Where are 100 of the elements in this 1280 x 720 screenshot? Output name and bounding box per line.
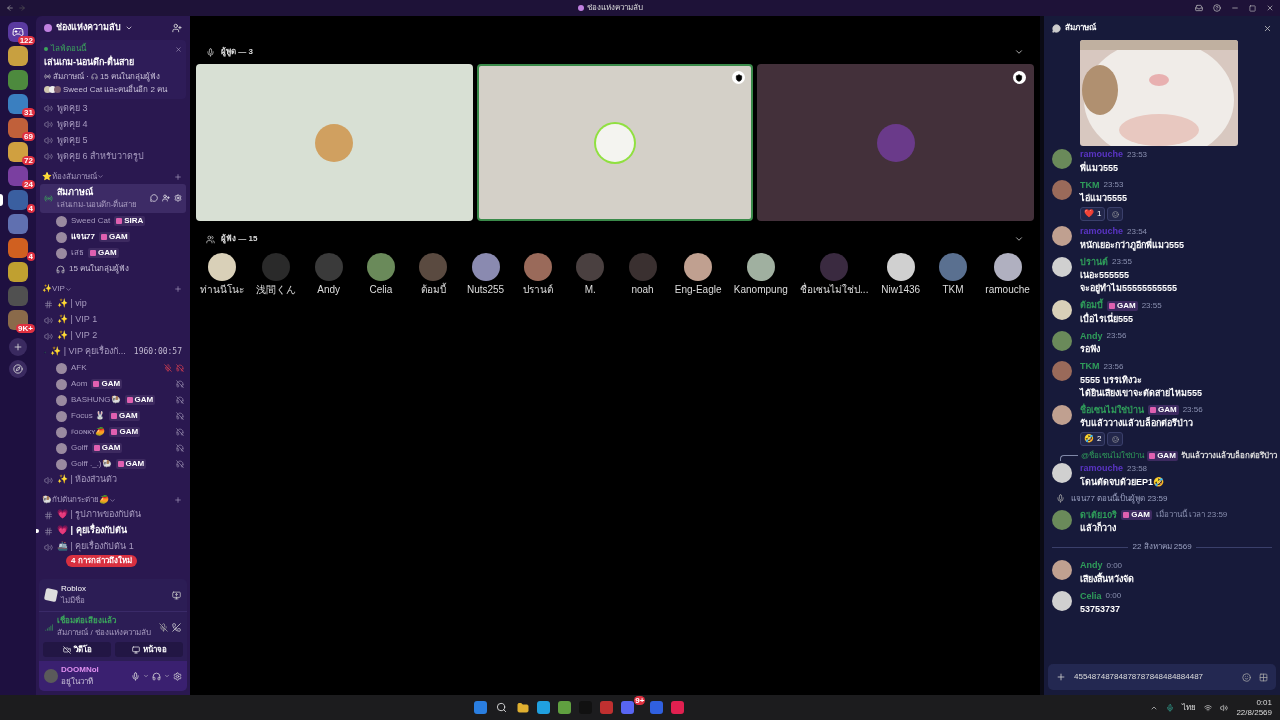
add-reaction-button[interactable] xyxy=(1107,207,1124,221)
discover-button[interactable] xyxy=(9,360,27,378)
attach-icon[interactable] xyxy=(1056,672,1066,682)
channel-item[interactable]: ✨ | VIP คุยเรื่องกั... 1960:00:57 xyxy=(40,344,186,360)
mic-icon[interactable] xyxy=(131,671,140,681)
channel-item[interactable]: 💗 | คุยเรื่องกัปตัน xyxy=(40,523,186,539)
invite-icon[interactable] xyxy=(162,194,170,203)
close-icon[interactable] xyxy=(1263,23,1272,33)
author-name[interactable]: Celia xyxy=(1080,589,1102,603)
avatar[interactable] xyxy=(886,253,915,281)
screen-share-button[interactable]: หน้าจอ xyxy=(115,642,183,657)
channel-item[interactable]: สัมภาษณ์ เล่นเกม-นอนดึก-ตื่นสาย xyxy=(40,183,186,213)
channel-item[interactable]: ✨ | vip xyxy=(40,296,186,312)
chat-icon[interactable] xyxy=(150,194,158,203)
reply-text[interactable]: รับแล้ววางแล้วบล็อกต่อรึป่าว xyxy=(1180,450,1277,462)
server-icon[interactable] xyxy=(8,46,28,66)
author-name[interactable]: Andy xyxy=(1080,329,1103,343)
author-name[interactable]: Andy xyxy=(1080,559,1103,573)
video-button[interactable]: วิดีโอ xyxy=(43,642,111,657)
stream-icon[interactable] xyxy=(172,590,181,600)
folder-icon[interactable] xyxy=(516,701,530,714)
category-header[interactable]: ✨VIP xyxy=(42,283,65,295)
invite-icon[interactable] xyxy=(172,23,182,33)
noise-suppression-icon[interactable] xyxy=(159,622,168,632)
collapse-icon[interactable] xyxy=(1014,47,1024,57)
headphones-icon[interactable] xyxy=(152,671,161,681)
voice-channel[interactable]: สัมภาษณ์ / ช่องแห่งความลับ xyxy=(57,627,151,639)
avatar[interactable] xyxy=(1052,300,1072,320)
channel-item[interactable]: พูดคุย 5 xyxy=(40,132,186,149)
avatar[interactable] xyxy=(1052,590,1072,611)
taskbar-icon[interactable] xyxy=(558,701,572,714)
mic-icon[interactable] xyxy=(1166,703,1175,712)
add-channel-icon[interactable] xyxy=(174,496,182,504)
author-name[interactable]: TKM xyxy=(1080,178,1100,192)
mentions-badge[interactable]: 4 การกล่าวถึงใหม่ xyxy=(66,555,137,567)
taskbar-icon[interactable] xyxy=(537,701,551,714)
member-name[interactable]: Golff ._.)🐏 xyxy=(71,458,112,470)
taskbar-icon[interactable] xyxy=(671,701,685,714)
taskbar-icon[interactable] xyxy=(600,701,614,714)
author-name[interactable]: ต้อมบี้ xyxy=(1080,299,1103,313)
wifi-icon[interactable] xyxy=(1204,703,1213,712)
event-title[interactable]: เล่นเกม-นอนดึก-ตื่นสาย xyxy=(44,56,182,70)
avatar[interactable] xyxy=(208,253,236,281)
add-reaction-button[interactable] xyxy=(1107,432,1124,446)
member-name[interactable]: AFK xyxy=(71,362,87,374)
listener-count[interactable]: 15 คนในกลุ่มผู้ฟัง xyxy=(69,263,130,275)
member-name[interactable]: Focus 🐰 xyxy=(71,410,105,422)
avatar[interactable] xyxy=(1052,404,1072,425)
disconnect-icon[interactable] xyxy=(172,622,181,632)
chevron-icon[interactable] xyxy=(143,673,149,679)
settings-icon[interactable] xyxy=(173,671,182,681)
channel-item[interactable]: พูดคุย 4 xyxy=(40,116,186,133)
member-name[interactable]: BASHUNG🐏 xyxy=(71,394,121,406)
channel-item[interactable]: 💗 | รูปภาพของกัปตัน xyxy=(40,507,186,523)
volume-icon[interactable] xyxy=(1220,703,1229,712)
search-icon[interactable] xyxy=(495,701,509,714)
channel-item[interactable]: ✨ | VIP 1 xyxy=(40,312,186,328)
member-name[interactable]: Aom xyxy=(71,378,88,390)
maximize-icon[interactable] xyxy=(1249,4,1256,12)
member-name[interactable]: แจน77 xyxy=(71,231,95,243)
add-channel-icon[interactable] xyxy=(174,172,182,181)
avatar[interactable] xyxy=(1052,560,1072,580)
avatar[interactable] xyxy=(684,253,713,281)
category-header[interactable]: 🐏กัปตันกระต่าย🥭 xyxy=(42,494,109,506)
avatar[interactable] xyxy=(1052,226,1072,246)
avatar[interactable] xyxy=(1052,463,1072,483)
taskbar-icon[interactable] xyxy=(621,701,635,714)
avatar[interactable] xyxy=(746,253,775,281)
speaker-tile[interactable] xyxy=(476,64,754,221)
taskbar-icon[interactable] xyxy=(650,701,664,714)
collapse-icon[interactable] xyxy=(1014,234,1024,244)
member-name[interactable]: Golff xyxy=(71,442,88,454)
avatar[interactable] xyxy=(993,253,1022,281)
back-icon[interactable] xyxy=(6,4,14,12)
reaction-button[interactable]: ❤ 1 xyxy=(1080,207,1106,221)
apps-icon[interactable] xyxy=(1259,672,1268,682)
avatar[interactable] xyxy=(471,253,500,281)
member-name[interactable]: เสธ xyxy=(71,247,84,259)
help-icon[interactable] xyxy=(1213,4,1221,12)
emoji-icon[interactable] xyxy=(1242,672,1251,682)
channel-item[interactable]: พูดคุย 3 xyxy=(40,100,186,117)
channel-item[interactable]: ✨ | VIP 2 xyxy=(40,328,186,344)
author-name[interactable]: TKM xyxy=(1080,360,1100,374)
server-name[interactable]: ช่องแห่งความลับ xyxy=(56,21,121,35)
server-icon[interactable] xyxy=(8,262,28,282)
add-channel-icon[interactable] xyxy=(174,285,182,293)
close-icon[interactable] xyxy=(175,45,182,53)
author-name[interactable]: ชื่อเซนไม่ใช่ป่าน xyxy=(1080,403,1144,417)
start-icon[interactable] xyxy=(474,701,488,714)
avatar[interactable] xyxy=(1052,256,1072,277)
author-name[interactable]: ปรานต์ xyxy=(1080,255,1108,269)
channel-item[interactable]: ✨ | ห้องส่วนตัว xyxy=(40,472,186,488)
speaker-tile[interactable] xyxy=(196,64,473,221)
date[interactable]: 22/8/2569 xyxy=(1236,707,1272,718)
time[interactable]: 0:01 xyxy=(1256,697,1272,708)
member-name[interactable]: Sweed Cat xyxy=(71,215,111,227)
speaker-tile[interactable] xyxy=(757,64,1034,221)
voice-status[interactable]: เชื่อมต่อเสียงแล้ว xyxy=(57,615,151,627)
message-input[interactable]: 45548748784878787848484884487 xyxy=(1048,664,1276,690)
member-name[interactable]: ꜰᴏᴏɴᴋʏ🥭 xyxy=(71,426,106,438)
